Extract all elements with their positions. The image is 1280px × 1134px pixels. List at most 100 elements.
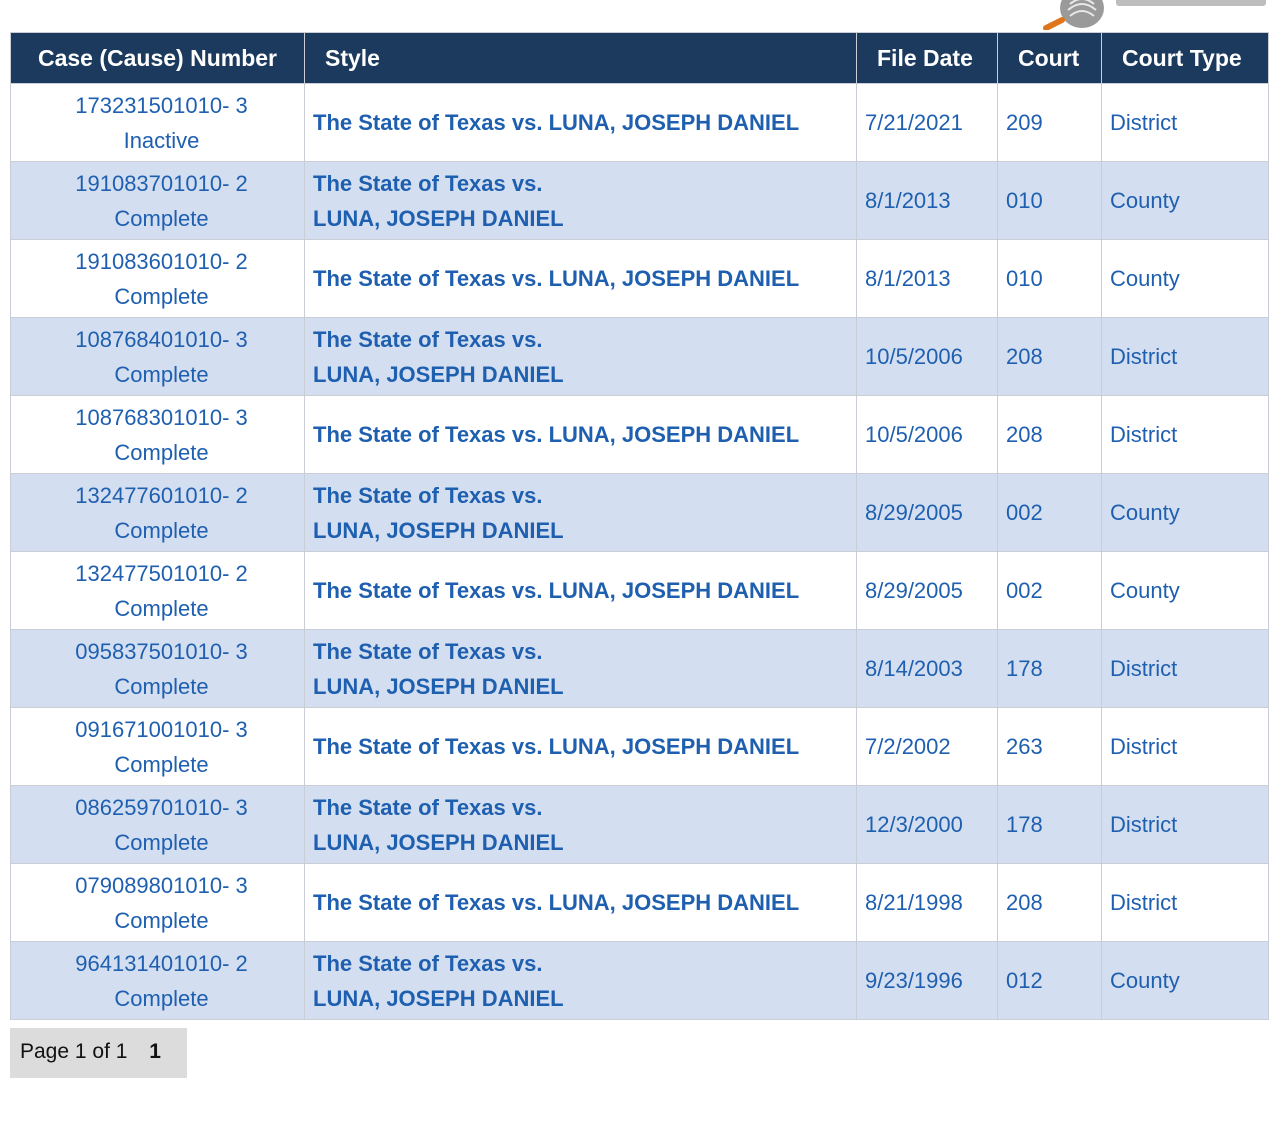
case-status: Complete: [114, 985, 209, 1011]
style-link[interactable]: The State of Texas vs.: [313, 946, 856, 981]
case-number-link[interactable]: 086259701010- 3: [19, 790, 304, 825]
case-number-link[interactable]: 095837501010- 3: [19, 634, 304, 669]
file-date-cell: 12/3/2000: [856, 785, 998, 864]
style-link-line2[interactable]: LUNA, JOSEPH DANIEL: [313, 201, 856, 236]
file-date-cell: 8/1/2013: [856, 239, 998, 318]
case-status: Complete: [114, 517, 209, 543]
file-date-cell: 10/5/2006: [856, 317, 998, 396]
table-row[interactable]: 132477501010- 2 Complete The State of Texa…: [10, 551, 1269, 630]
court-type-cell: County: [1101, 161, 1269, 240]
style-link-line2[interactable]: LUNA, JOSEPH DANIEL: [313, 357, 856, 392]
case-status: Complete: [114, 439, 209, 465]
case-status: Complete: [114, 595, 209, 621]
header-case-number[interactable]: Case (Cause) Number: [10, 32, 305, 84]
court-type-cell: District: [1101, 83, 1269, 162]
style-cell: The State of Texas vs. LUNA, JOSEPH DANIE…: [304, 473, 857, 552]
court-type-cell: District: [1101, 707, 1269, 786]
style-cell: The State of Texas vs. LUNA, JOSEPH DANI…: [304, 863, 857, 942]
case-number-link[interactable]: 132477601010- 2: [19, 478, 304, 513]
pagination: Page 1 of 1 1: [10, 1028, 187, 1078]
court-type-cell: County: [1101, 473, 1269, 552]
case-number-link[interactable]: 191083701010- 2: [19, 166, 304, 201]
case-number-cell: 086259701010- 3 Complete: [10, 785, 305, 864]
style-cell: The State of Texas vs. LUNA, JOSEPH DANIE…: [304, 317, 857, 396]
header-style[interactable]: Style: [304, 32, 857, 84]
file-date-cell: 9/23/1996: [856, 941, 998, 1020]
case-number-link[interactable]: 108768401010- 3: [19, 322, 304, 357]
case-number-link[interactable]: 173231501010- 3: [19, 88, 304, 123]
file-date-cell: 8/29/2005: [856, 551, 998, 630]
court-cell: 208: [997, 395, 1102, 474]
style-link[interactable]: The State of Texas vs. LUNA, JOSEPH DANI…: [313, 261, 856, 296]
style-link-line2[interactable]: LUNA, JOSEPH DANIEL: [313, 513, 856, 548]
case-number-cell: 091671001010- 3 Complete: [10, 707, 305, 786]
table-row[interactable]: 964131401010- 2 Complete The State of Texa…: [10, 941, 1269, 1020]
style-cell: The State of Texas vs. LUNA, JOSEPH DANI…: [304, 707, 857, 786]
table-row[interactable]: 191083601010- 2 Complete The State of Texa…: [10, 239, 1269, 318]
file-date-cell: 7/2/2002: [856, 707, 998, 786]
table-row[interactable]: 108768301010- 3 Complete The State of Texa…: [10, 395, 1269, 474]
court-cell: 012: [997, 941, 1102, 1020]
case-number-link[interactable]: 964131401010- 2: [19, 946, 304, 981]
file-date-cell: 8/29/2005: [856, 473, 998, 552]
style-link[interactable]: The State of Texas vs.: [313, 322, 856, 357]
style-link[interactable]: The State of Texas vs. LUNA, JOSEPH DANI…: [313, 729, 856, 764]
style-link[interactable]: The State of Texas vs. LUNA, JOSEPH DANI…: [313, 573, 856, 608]
court-cell: 263: [997, 707, 1102, 786]
case-number-link[interactable]: 191083601010- 2: [19, 244, 304, 279]
court-cell: 178: [997, 785, 1102, 864]
style-cell: The State of Texas vs. LUNA, JOSEPH DANIE…: [304, 629, 857, 708]
case-number-link[interactable]: 091671001010- 3: [19, 712, 304, 747]
style-link[interactable]: The State of Texas vs.: [313, 634, 856, 669]
case-number-link[interactable]: 132477501010- 2: [19, 556, 304, 591]
header-court-type[interactable]: Court Type: [1101, 32, 1269, 84]
style-cell: The State of Texas vs. LUNA, JOSEPH DANIE…: [304, 161, 857, 240]
page-link-1[interactable]: 1: [149, 1040, 161, 1063]
case-number-cell: 132477601010- 2 Complete: [10, 473, 305, 552]
table-row[interactable]: 191083701010- 2 Complete The State of Texa…: [10, 161, 1269, 240]
site-logo: [1040, 0, 1280, 30]
style-link[interactable]: The State of Texas vs. LUNA, JOSEPH DANI…: [313, 885, 856, 920]
table-row[interactable]: 079089801010- 3 Complete The State of Texa…: [10, 863, 1269, 942]
style-cell: The State of Texas vs. LUNA, JOSEPH DANI…: [304, 395, 857, 474]
case-number-link[interactable]: 079089801010- 3: [19, 868, 304, 903]
case-number-link[interactable]: 108768301010- 3: [19, 400, 304, 435]
style-link-line2[interactable]: LUNA, JOSEPH DANIEL: [313, 825, 856, 860]
header-file-date[interactable]: File Date: [856, 32, 998, 84]
file-date-cell: 8/14/2003: [856, 629, 998, 708]
style-link[interactable]: The State of Texas vs.: [313, 166, 856, 201]
style-cell: The State of Texas vs. LUNA, JOSEPH DANI…: [304, 83, 857, 162]
file-date-cell: 8/21/1998: [856, 863, 998, 942]
court-cell: 002: [997, 473, 1102, 552]
court-type-cell: District: [1101, 863, 1269, 942]
court-cell: 010: [997, 161, 1102, 240]
case-status: Complete: [114, 361, 209, 387]
table-row[interactable]: 091671001010- 3 Complete The State of Texa…: [10, 707, 1269, 786]
court-cell: 010: [997, 239, 1102, 318]
file-date-cell: 10/5/2006: [856, 395, 998, 474]
court-cell: 002: [997, 551, 1102, 630]
court-type-cell: District: [1101, 395, 1269, 474]
style-link-line2[interactable]: LUNA, JOSEPH DANIEL: [313, 669, 856, 704]
table-row[interactable]: 108768401010- 3 Complete The State of Texa…: [10, 317, 1269, 396]
case-number-cell: 173231501010- 3 Inactive: [10, 83, 305, 162]
table-row[interactable]: 086259701010- 3 Complete The State of Texa…: [10, 785, 1269, 864]
table-header-row: Case (Cause) Number Style File Date Cour…: [10, 32, 1269, 84]
style-cell: The State of Texas vs. LUNA, JOSEPH DANIE…: [304, 941, 857, 1020]
style-link[interactable]: The State of Texas vs.: [313, 790, 856, 825]
case-status: Complete: [114, 829, 209, 855]
court-cell: 208: [997, 317, 1102, 396]
style-link-line2[interactable]: LUNA, JOSEPH DANIEL: [313, 981, 856, 1016]
table-row[interactable]: 132477601010- 2 Complete The State of Texa…: [10, 473, 1269, 552]
case-results-table: Case (Cause) Number Style File Date Cour…: [10, 32, 1269, 1020]
court-type-cell: District: [1101, 317, 1269, 396]
case-status: Complete: [114, 751, 209, 777]
style-link[interactable]: The State of Texas vs.: [313, 478, 856, 513]
table-row[interactable]: 095837501010- 3 Complete The State of Texa…: [10, 629, 1269, 708]
table-row[interactable]: 173231501010- 3 Inactive The State of Texa…: [10, 83, 1269, 162]
style-link[interactable]: The State of Texas vs. LUNA, JOSEPH DANI…: [313, 417, 856, 452]
case-number-cell: 964131401010- 2 Complete: [10, 941, 305, 1020]
header-court[interactable]: Court: [997, 32, 1102, 84]
page-count-label: Page 1 of 1: [20, 1040, 128, 1063]
style-link[interactable]: The State of Texas vs. LUNA, JOSEPH DANI…: [313, 105, 856, 140]
